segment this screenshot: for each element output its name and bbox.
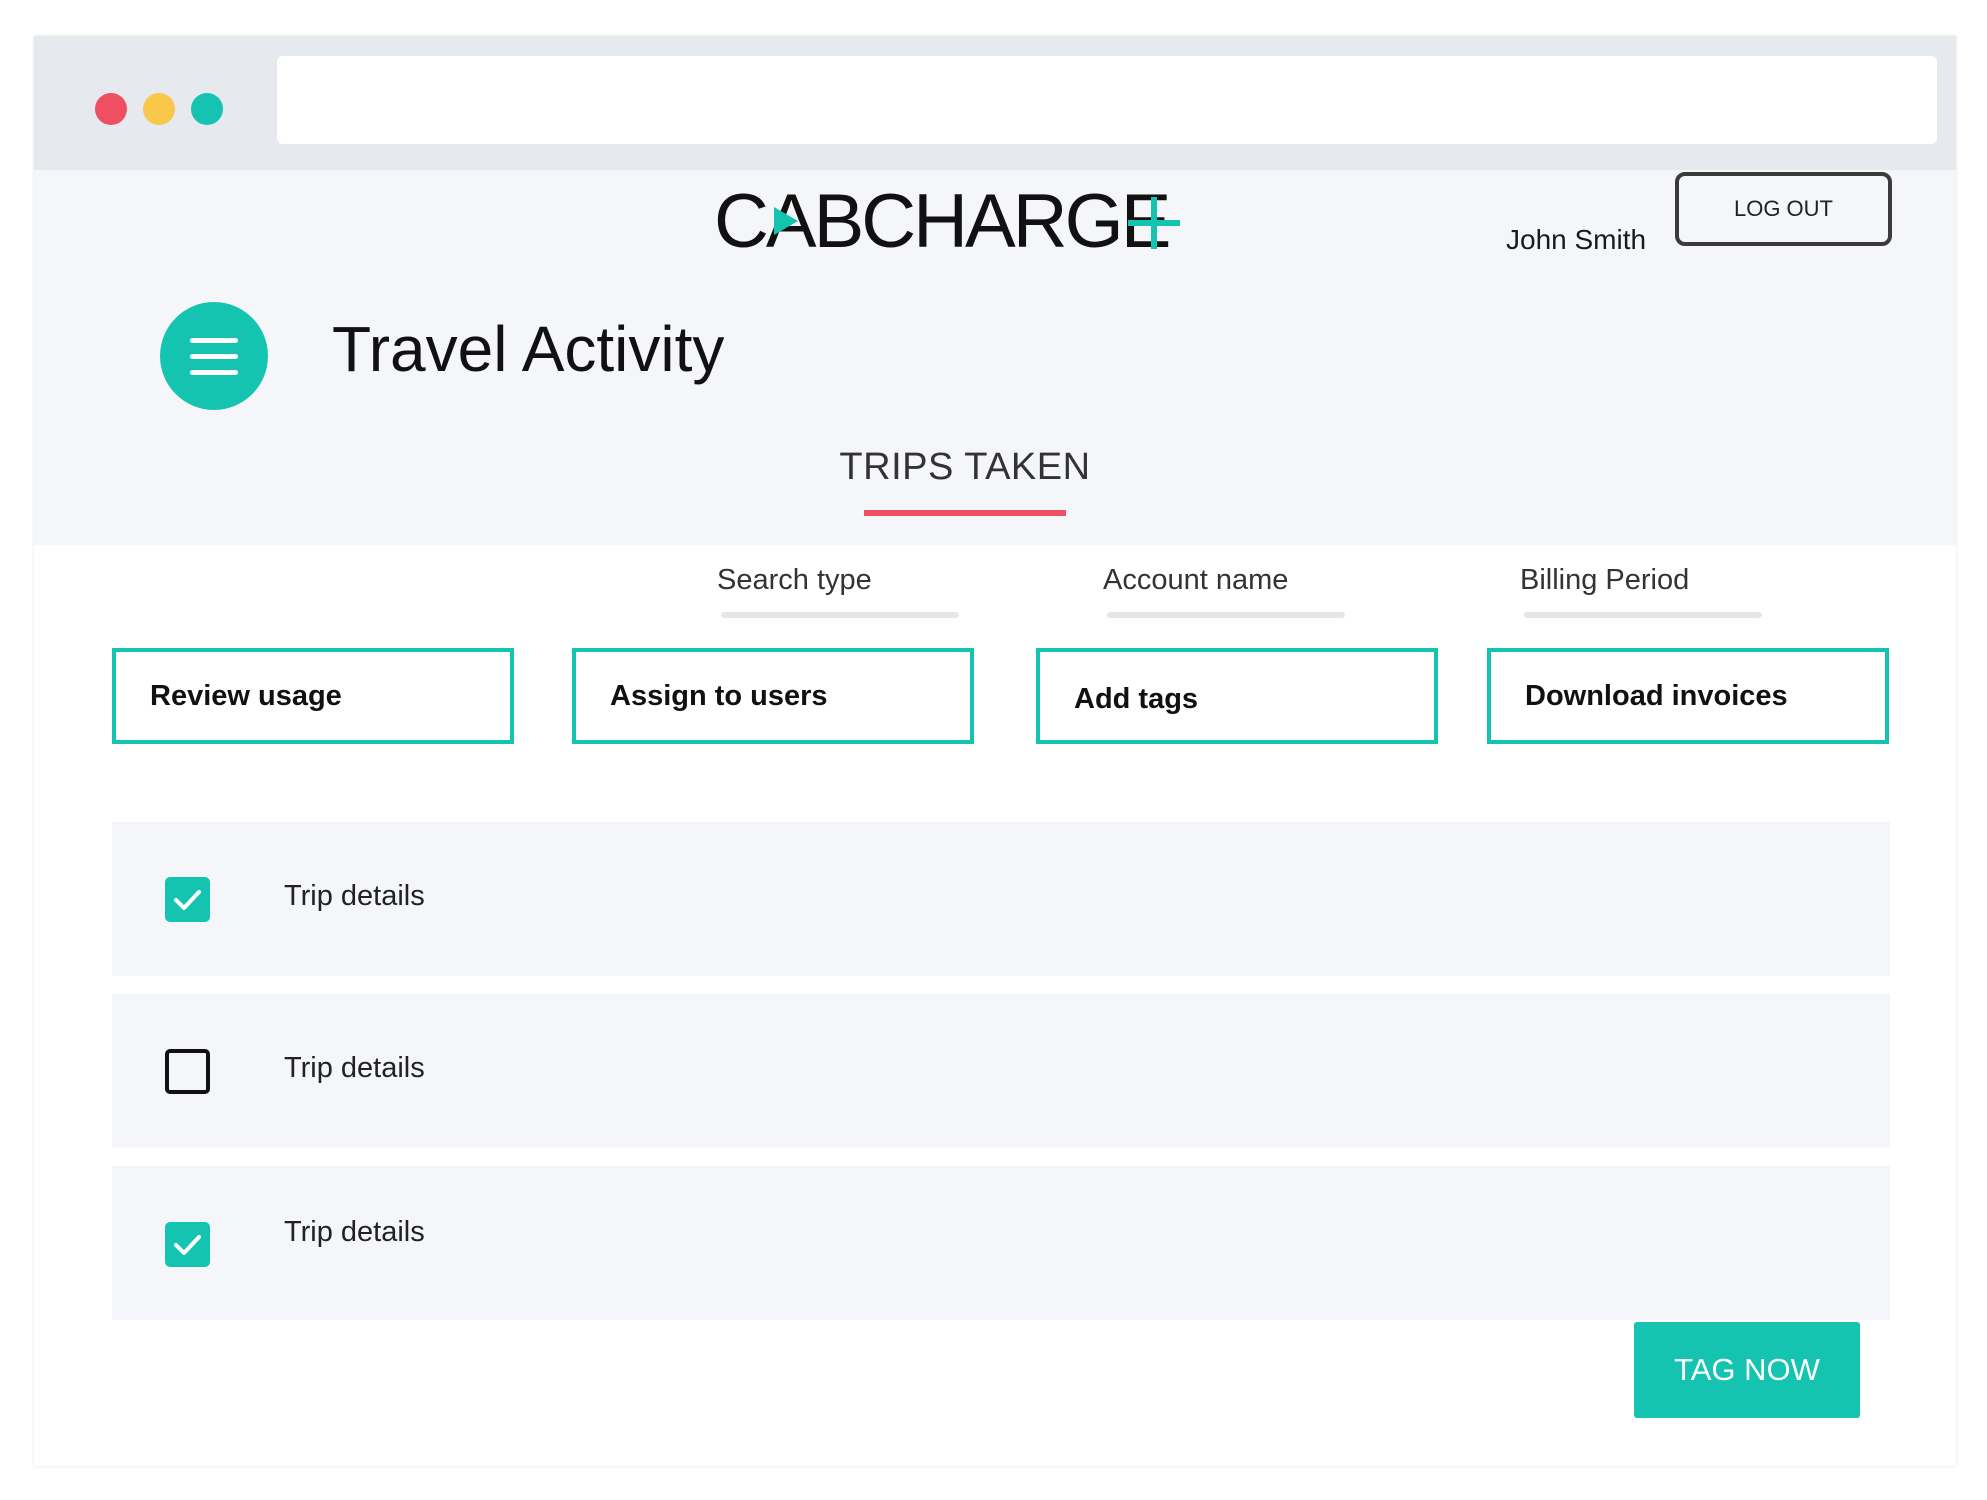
- filter-search-type-underline[interactable]: [721, 612, 959, 618]
- trip-details-link[interactable]: Trip details: [284, 1052, 425, 1085]
- filter-account-name-label[interactable]: Account name: [1103, 564, 1288, 597]
- trip-row[interactable]: Trip details: [112, 1166, 1890, 1320]
- filter-search-type-label[interactable]: Search type: [717, 564, 872, 597]
- logout-button[interactable]: LOG OUT: [1675, 172, 1892, 246]
- checkmark-icon: [174, 1235, 201, 1255]
- filter-billing-period-label[interactable]: Billing Period: [1520, 564, 1689, 597]
- menu-bar: [190, 354, 238, 359]
- cabcharge-logo[interactable]: CABCHARGE: [714, 179, 1194, 264]
- trip-row[interactable]: Trip details: [112, 994, 1890, 1148]
- cabcharge-logo-mark: CABCHARGE: [714, 179, 1180, 264]
- filter-account-name-underline[interactable]: [1107, 612, 1345, 618]
- maximize-window-dot[interactable]: [191, 93, 223, 125]
- trip-details-link[interactable]: Trip details: [284, 880, 425, 913]
- browser-chrome: [34, 36, 1956, 170]
- page-title: Travel Activity: [332, 313, 725, 385]
- tab-trips-taken[interactable]: TRIPS TAKEN: [830, 446, 1100, 489]
- trip-row[interactable]: Trip details: [112, 822, 1890, 976]
- address-bar[interactable]: [277, 56, 1937, 144]
- assign-to-users-button[interactable]: Assign to users: [572, 648, 974, 744]
- tag-now-button[interactable]: TAG NOW: [1634, 1322, 1860, 1418]
- checkmark-icon: [174, 890, 201, 910]
- filter-billing-period-underline[interactable]: [1524, 612, 1762, 618]
- user-name: John Smith: [1506, 224, 1647, 255]
- trip-details-link[interactable]: Trip details: [284, 1216, 425, 1249]
- trip-checkbox-checked[interactable]: [165, 877, 210, 922]
- menu-bar: [190, 338, 238, 343]
- menu-bar: [190, 370, 238, 375]
- download-invoices-button[interactable]: Download invoices: [1487, 648, 1889, 744]
- hamburger-menu-icon[interactable]: [160, 302, 268, 410]
- review-usage-button[interactable]: Review usage: [112, 648, 514, 744]
- trip-checkbox-unchecked[interactable]: [165, 1049, 210, 1094]
- close-window-dot[interactable]: [95, 93, 127, 125]
- minimize-window-dot[interactable]: [143, 93, 175, 125]
- active-tab-indicator: [864, 510, 1066, 516]
- add-tags-button[interactable]: Add tags: [1036, 648, 1438, 744]
- trip-checkbox-checked[interactable]: [165, 1222, 210, 1267]
